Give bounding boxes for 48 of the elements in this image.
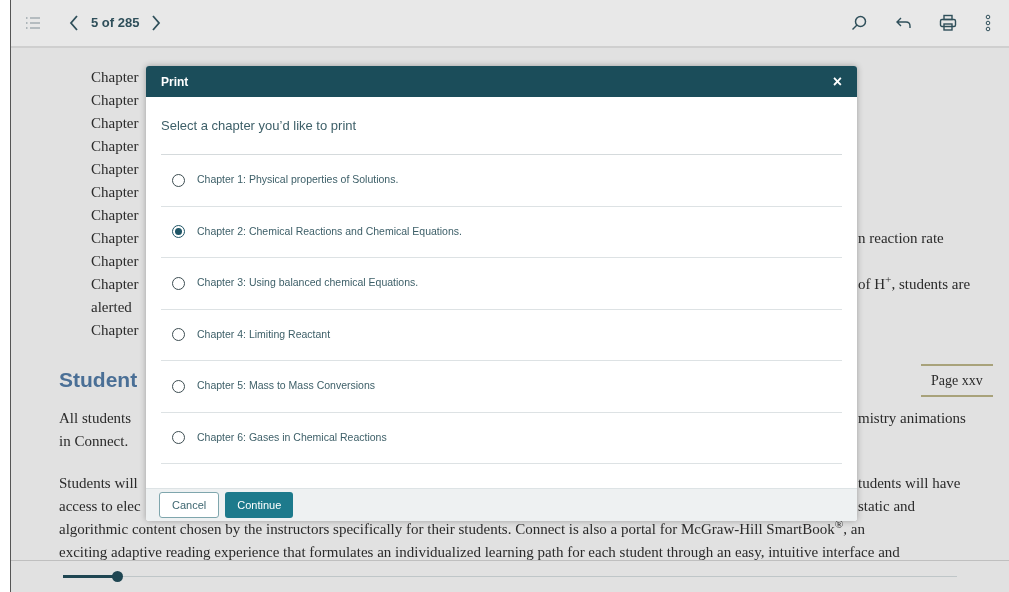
- body-text: access to elec: [59, 498, 141, 514]
- body-text: static and: [858, 498, 916, 514]
- page-indicator: 5 of 285: [91, 14, 140, 33]
- body-text: n reaction rate: [858, 230, 944, 246]
- chapter-line: Chapter: [91, 92, 139, 108]
- search-icon[interactable]: [851, 15, 867, 31]
- chapter-line: alerted: [91, 299, 132, 315]
- more-options-icon[interactable]: [985, 14, 991, 32]
- chapter-option[interactable]: Chapter 5: Mass to Mass Conversions: [161, 361, 842, 413]
- print-icon[interactable]: [939, 14, 957, 32]
- chapter-line: Chapter: [91, 184, 139, 200]
- back-arrow-icon[interactable]: [895, 16, 911, 30]
- chevron-right-icon[interactable]: [151, 15, 162, 31]
- body-text-line: exciting adaptive reading experience that formulates an individualized learning path for each student through an easy, intuitive interface and: [59, 544, 900, 560]
- option-label: Chapter 4: Limiting Reactant: [197, 326, 331, 342]
- cancel-button[interactable]: Cancel: [159, 492, 220, 518]
- chapter-option[interactable]: Chapter 3: Using balanced chemical Equations.: [161, 258, 842, 310]
- body-text: mistry animations: [858, 410, 966, 426]
- body-text: All students: [59, 410, 132, 426]
- chapter-line: Chapter: [91, 138, 139, 154]
- body-text: Students will: [59, 475, 138, 491]
- progress-handle[interactable]: [111, 571, 123, 582]
- close-button[interactable]: ×: [832, 73, 842, 90]
- option-label: Chapter 6: Gases in Chemical Reactions: [197, 429, 387, 445]
- option-label: Chapter 2: Chemical Reactions and Chemical Equations.: [197, 223, 462, 239]
- chapter-option[interactable]: Chapter 6: Gases in Chemical Reactions: [161, 412, 842, 464]
- dialog-title: Print: [161, 73, 189, 91]
- chapter-option[interactable]: Chapter 2: Chemical Reactions and Chemical Equations.: [161, 206, 842, 258]
- option-label: Chapter 3: Using balanced chemical Equations.: [197, 275, 419, 291]
- chapter-line: Chapter: [91, 161, 139, 177]
- dialog-prompt: Select a chapter you’d like to print: [161, 97, 842, 155]
- option-label: Chapter 5: Mass to Mass Conversions: [197, 378, 375, 394]
- body-text: in Connect.: [59, 433, 129, 449]
- chapter-line: Chapter: [91, 253, 139, 269]
- chapter-line: Chapter: [91, 322, 139, 338]
- chevron-left-icon[interactable]: [69, 15, 79, 31]
- chapter-line: Chapter: [91, 207, 139, 223]
- chapter-option[interactable]: Chapter 1: Physical properties of Solutions.: [161, 155, 842, 207]
- continue-button[interactable]: Continue: [225, 492, 294, 518]
- section-heading: Student: [59, 367, 138, 391]
- chapter-line: Chapter: [91, 115, 139, 131]
- body-text: of H$^{+}$, students are: [858, 276, 971, 292]
- chapter-line: Chapter: [91, 276, 139, 292]
- body-text: tudents will have: [858, 475, 961, 491]
- chapter-line: Chapter: [91, 230, 139, 246]
- chapter-option[interactable]: Chapter 4: Limiting Reactant: [161, 309, 842, 361]
- chapter-line: Chapter: [91, 69, 139, 85]
- option-label: Chapter 1: Physical properties of Solutions.: [197, 172, 399, 188]
